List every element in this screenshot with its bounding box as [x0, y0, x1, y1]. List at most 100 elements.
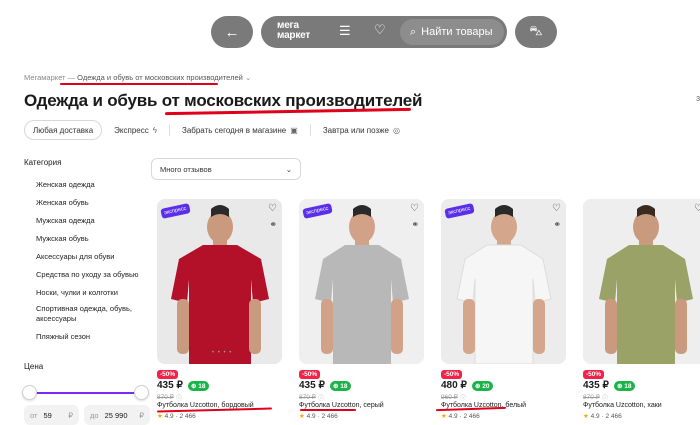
tab-pickup-today[interactable]: Забрать сегодня в магазине ▣: [174, 120, 306, 140]
old-price: 960 ₽: [441, 394, 458, 401]
price-slider-min-handle[interactable]: [22, 385, 37, 400]
price-from-value: 59: [43, 410, 52, 420]
category-item[interactable]: Мужская обувь: [24, 229, 149, 247]
breadcrumb-current[interactable]: Одежда и обувь от московских производите…: [77, 73, 243, 82]
compare-icon[interactable]: ⚭: [553, 219, 561, 230]
compare-icon[interactable]: ⚭: [269, 219, 277, 230]
price-slider-max-handle[interactable]: [134, 385, 149, 400]
product-image[interactable]: ♡: [583, 199, 700, 364]
breadcrumb-separator: —: [67, 73, 76, 82]
category-item[interactable]: Средства по уходу за обувью: [24, 265, 149, 283]
info-icon[interactable]: ⓘ: [318, 393, 324, 402]
tab-express[interactable]: Экспресс ϟ: [106, 120, 165, 140]
bonus-badge: ⊕ 20: [472, 381, 493, 391]
info-icon[interactable]: ⓘ: [460, 393, 466, 402]
heart-icon[interactable]: ♡: [410, 203, 419, 214]
tab-any-delivery[interactable]: Любая доставка: [24, 120, 103, 140]
breadcrumb-root[interactable]: Мегамаркет: [24, 73, 65, 82]
product-price: 480 ₽: [441, 380, 467, 391]
discount-badge: -50%: [441, 370, 463, 379]
product-rating: ★ 4.9 · 2 466: [299, 413, 338, 420]
nav-pill: мега маркет ☰ ♡ ⌕ Найти товары: [261, 16, 507, 48]
cart-button[interactable]: ⛍: [515, 16, 557, 48]
back-button[interactable]: ←: [211, 16, 253, 48]
annotation-underline: [300, 409, 356, 411]
cart-icon: ⛍: [529, 23, 543, 38]
review-count: 2 466: [463, 413, 480, 420]
info-icon[interactable]: ⓘ: [602, 393, 608, 402]
bonus-badge: ⊕ 18: [188, 381, 209, 391]
category-item[interactable]: Женская одежда: [24, 175, 149, 193]
store-icon: ▣: [290, 125, 298, 135]
heart-icon[interactable]: ♡: [694, 203, 700, 214]
heart-icon[interactable]: ♡: [552, 203, 561, 214]
product-rating: ★ 4.9 · 2 466: [157, 413, 196, 420]
category-filter: Категория Женская одежда Женская обувь М…: [24, 158, 149, 345]
clock-icon: ◎: [392, 125, 400, 135]
divider: [168, 124, 170, 136]
model-photo: [441, 199, 566, 364]
lightning-icon: ϟ: [152, 125, 157, 135]
product-rating: ★ 4.9 · 2 466: [583, 413, 622, 420]
heart-icon[interactable]: ♡: [374, 22, 386, 38]
product-card[interactable]: экспресс ♡ ⚭ • • • • -50% 435 ₽ ⊕ 18 870…: [157, 199, 282, 420]
category-item[interactable]: Пляжный сезон: [24, 327, 149, 345]
product-image[interactable]: экспресс ♡ ⚭ • • • •: [157, 199, 282, 364]
bonus-badge: ⊕ 18: [330, 381, 351, 391]
sort-dropdown[interactable]: Много отзывов ⌄: [151, 158, 301, 180]
annotation-underline: [60, 83, 218, 85]
bonus-badge: ⊕ 18: [614, 381, 635, 391]
review-count: 2 466: [179, 413, 196, 420]
image-pagination-dots[interactable]: • • • •: [212, 350, 232, 356]
currency-label: ₽: [139, 410, 144, 420]
top-navigation: ← мега маркет ☰ ♡ ⌕ Найти товары ⛍: [0, 16, 700, 48]
model-photo: [157, 199, 282, 364]
price-to-field[interactable]: до 25 990 ₽: [84, 405, 150, 425]
star-icon: ★: [583, 413, 589, 420]
discount-badge: -50%: [299, 370, 321, 379]
menu-icon[interactable]: ☰: [339, 23, 351, 39]
review-count: 2 466: [605, 413, 622, 420]
product-image[interactable]: экспресс ♡ ⚭: [299, 199, 424, 364]
heart-icon[interactable]: ♡: [268, 203, 277, 214]
info-icon[interactable]: ⓘ: [176, 393, 182, 402]
tab-tomorrow-or-later[interactable]: Завтра или позже ◎: [315, 120, 408, 140]
star-icon: ★: [157, 413, 163, 420]
product-image[interactable]: экспресс ♡ ⚭: [441, 199, 566, 364]
price-slider-track[interactable]: [29, 392, 142, 394]
category-item[interactable]: Носки, чулки и колготки: [24, 283, 149, 301]
star-icon: ★: [299, 413, 305, 420]
sort-label: Много отзывов: [160, 164, 212, 174]
search-button[interactable]: ⌕ Найти товары: [400, 19, 504, 45]
price-from-label: от: [30, 410, 38, 420]
review-count: 2 466: [321, 413, 338, 420]
results-count: 3: [696, 96, 700, 103]
product-card[interactable]: экспресс ♡ ⚭ -50% 480 ₽ ⊕ 20 960 ₽ ⓘ Фут…: [441, 199, 566, 420]
product-card[interactable]: экспресс ♡ ⚭ -50% 435 ₽ ⊕ 18 870 ₽ ⓘ Фут…: [299, 199, 424, 420]
product-price: 435 ₽: [583, 380, 609, 391]
price-heading: Цена: [24, 362, 44, 371]
category-heading: Категория: [24, 158, 62, 167]
price-from-field[interactable]: от 59 ₽: [24, 405, 79, 425]
compare-icon[interactable]: ⚭: [411, 219, 419, 230]
product-rating: ★ 4.9 · 2 466: [441, 413, 480, 420]
category-item[interactable]: Женская обувь: [24, 193, 149, 211]
category-item[interactable]: Спортивная одежда, обувь, аксессуары: [24, 301, 149, 327]
megamarket-logo[interactable]: мега маркет: [277, 21, 310, 41]
arrow-left-icon: ←: [224, 23, 240, 41]
delivery-tabs: Любая доставка Экспресс ϟ Забрать сегодн…: [24, 120, 408, 140]
search-icon: ⌕: [410, 25, 417, 38]
breadcrumb: Мегамаркет — Одежда и обувь от московски…: [24, 73, 251, 82]
product-card[interactable]: ♡ -50% 435 ₽ ⊕ 18 870 ₽ ⓘ Футболка Uzcot…: [583, 199, 700, 420]
model-photo: [583, 199, 700, 364]
chevron-down-icon[interactable]: ⌄: [245, 73, 251, 82]
category-item[interactable]: Мужская одежда: [24, 211, 149, 229]
currency-label: ₽: [68, 410, 73, 420]
product-name[interactable]: Футболка Uzcotton, серый: [299, 402, 384, 409]
category-item[interactable]: Аксессуары для обуви: [24, 247, 149, 265]
chevron-down-icon: ⌄: [285, 164, 292, 174]
price-to-label: до: [90, 410, 99, 420]
divider: [309, 124, 311, 136]
product-name[interactable]: Футболка Uzcotton, хаки: [583, 402, 662, 409]
search-label: Найти товары: [421, 26, 493, 38]
